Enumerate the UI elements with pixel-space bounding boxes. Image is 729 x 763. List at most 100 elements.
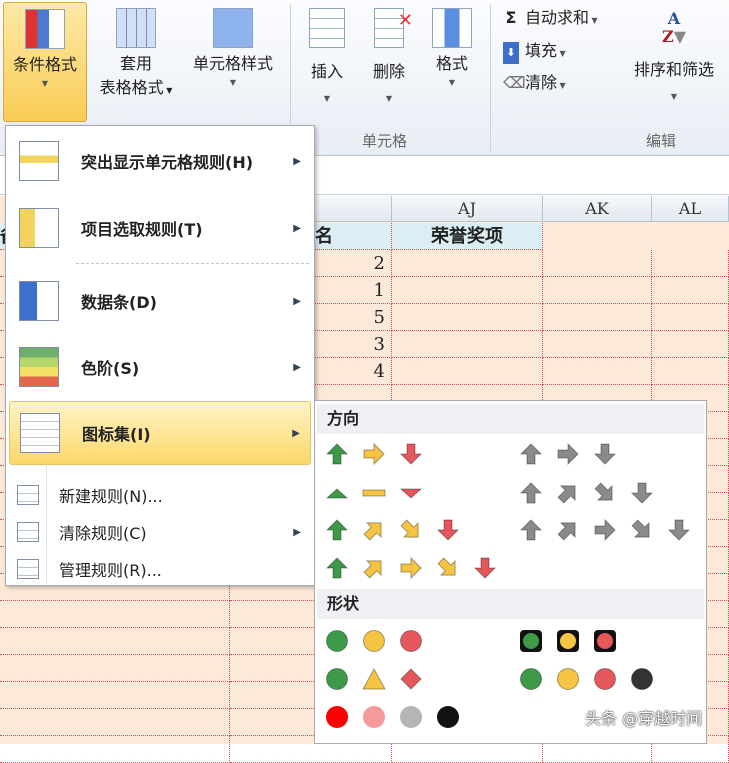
eraser-icon: ⌫ [503, 73, 526, 92]
cell[interactable] [543, 304, 652, 331]
cell-style-button[interactable]: 单元格样式 ▼ [184, 2, 282, 122]
color-scales-icon [19, 347, 59, 387]
cell[interactable] [0, 709, 230, 736]
icon-set-option[interactable] [325, 518, 460, 542]
cell[interactable] [543, 250, 652, 277]
icon-set-option[interactable] [325, 442, 423, 466]
cell[interactable] [652, 277, 729, 304]
table-format-button[interactable]: 套用 表格格式 ▼ [88, 2, 184, 122]
cell[interactable] [652, 304, 729, 331]
delete-button[interactable]: ✕ 删除 ▼ [362, 2, 416, 122]
column-header-al[interactable]: AL [652, 196, 729, 222]
right-gray-icon [556, 442, 580, 466]
down-gray-icon [630, 481, 654, 505]
down-red-icon [399, 442, 423, 466]
format-button[interactable]: 格式 ▼ [424, 2, 480, 122]
light-green-icon [519, 629, 543, 653]
upright-gray-icon [556, 518, 580, 542]
fill-button[interactable]: ⬇ 填充 ▼ [503, 40, 566, 65]
column-header-aj[interactable]: AJ [392, 196, 543, 222]
circle-yellow-icon [362, 629, 386, 653]
cell[interactable] [543, 277, 652, 304]
menu-item-clear-rules[interactable]: 清除规则(C) ▶ [9, 515, 311, 549]
sigma-icon: Σ [505, 8, 517, 27]
chevron-down-icon: ▼ [448, 78, 456, 87]
dot-pink-icon [362, 705, 386, 729]
cell[interactable] [543, 358, 652, 385]
cell[interactable] [0, 628, 230, 655]
menu-item-data-bars[interactable]: 数据条(D) ▶ [9, 276, 311, 326]
cell[interactable] [392, 250, 543, 277]
circle-black-icon [630, 667, 654, 691]
menu-item-highlight-rules[interactable]: 突出显示单元格规则(H) ▶ [9, 136, 311, 186]
section-header-direction: 方向 [317, 404, 704, 434]
fill-down-icon: ⬇ [503, 42, 519, 64]
watermark: 头条 @穿越时间 [585, 709, 703, 728]
format-cells-icon [432, 8, 472, 48]
cell[interactable] [652, 331, 729, 358]
chevron-down-icon: ▼ [670, 92, 678, 101]
header-cell-honor[interactable]: 荣誉奖项 [392, 223, 543, 250]
label: 管理规则(R)... [59, 561, 162, 580]
cell[interactable] [392, 331, 543, 358]
light-yellow-icon [556, 629, 580, 653]
dot-red-icon [325, 705, 349, 729]
cell[interactable] [392, 304, 543, 331]
icon-set-option[interactable] [519, 667, 654, 691]
tri-down-red-icon [399, 481, 423, 505]
circle-yellow-icon [556, 667, 580, 691]
cell[interactable] [392, 277, 543, 304]
tri-up-green-icon [325, 481, 349, 505]
submenu-arrow-icon: ▶ [293, 526, 301, 538]
sort-filter-button[interactable]: A Z▼ 排序和筛选 ▼ [624, 2, 724, 122]
upright-yellow-icon [362, 556, 386, 580]
cell[interactable] [652, 358, 729, 385]
cell[interactable] [0, 736, 230, 763]
column-header-ak[interactable]: AK [543, 196, 652, 222]
up-green-icon [325, 442, 349, 466]
autosum-button[interactable]: Σ 自动求和 ▼ [503, 7, 598, 32]
down-gray-icon [667, 518, 691, 542]
menu-item-color-scales[interactable]: 色阶(S) ▶ [9, 342, 311, 392]
cell[interactable] [0, 655, 230, 682]
label: 删除 [372, 62, 405, 81]
icon-sets-submenu: 方向 形状 [314, 400, 707, 744]
cell[interactable] [0, 682, 230, 709]
menu-item-top-bottom-rules[interactable]: 项目选取规则(T) ▶ [9, 203, 311, 253]
light-red-icon [593, 629, 617, 653]
label: 单元格样式 [192, 54, 273, 73]
insert-button[interactable]: 插入 ▼ [300, 2, 354, 122]
cell[interactable] [543, 331, 652, 358]
dot-gray-icon [399, 705, 423, 729]
menu-item-manage-rules[interactable]: 管理规则(R)... [9, 552, 311, 586]
cell[interactable] [652, 250, 729, 277]
down-red-icon [436, 518, 460, 542]
cell[interactable] [0, 601, 230, 628]
label: 图标集(I) [82, 425, 151, 444]
submenu-arrow-icon: ▶ [293, 361, 301, 373]
icon-set-option[interactable] [325, 481, 423, 505]
menu-item-icon-sets[interactable]: 图标集(I) ▶ [9, 401, 311, 465]
icon-set-option[interactable] [325, 705, 460, 729]
circle-green-icon [519, 667, 543, 691]
submenu-arrow-icon: ▶ [292, 427, 300, 439]
icon-set-option[interactable] [325, 629, 423, 653]
clear-button[interactable]: ⌫清除 ▼ [503, 72, 566, 97]
up-gray-icon [519, 518, 543, 542]
cell[interactable] [392, 358, 543, 385]
table-brush-icon [116, 8, 156, 48]
chevron-down-icon: ▼ [323, 94, 331, 103]
downright-yellow-icon [399, 518, 423, 542]
icon-set-option[interactable] [325, 667, 423, 691]
label: 套用 [119, 54, 152, 73]
icon-set-option[interactable] [519, 481, 654, 505]
menu-item-new-rule[interactable]: 新建规则(N)... [9, 478, 311, 512]
icon-set-option[interactable] [519, 442, 617, 466]
label: 格式 [435, 54, 468, 73]
down-red-icon [473, 556, 497, 580]
icon-set-option[interactable] [519, 629, 617, 653]
icon-set-option[interactable] [325, 556, 497, 580]
conditional-format-button[interactable]: 条件格式 ▼ [3, 2, 87, 122]
right-gray-icon [593, 518, 617, 542]
icon-set-option[interactable] [519, 518, 691, 542]
